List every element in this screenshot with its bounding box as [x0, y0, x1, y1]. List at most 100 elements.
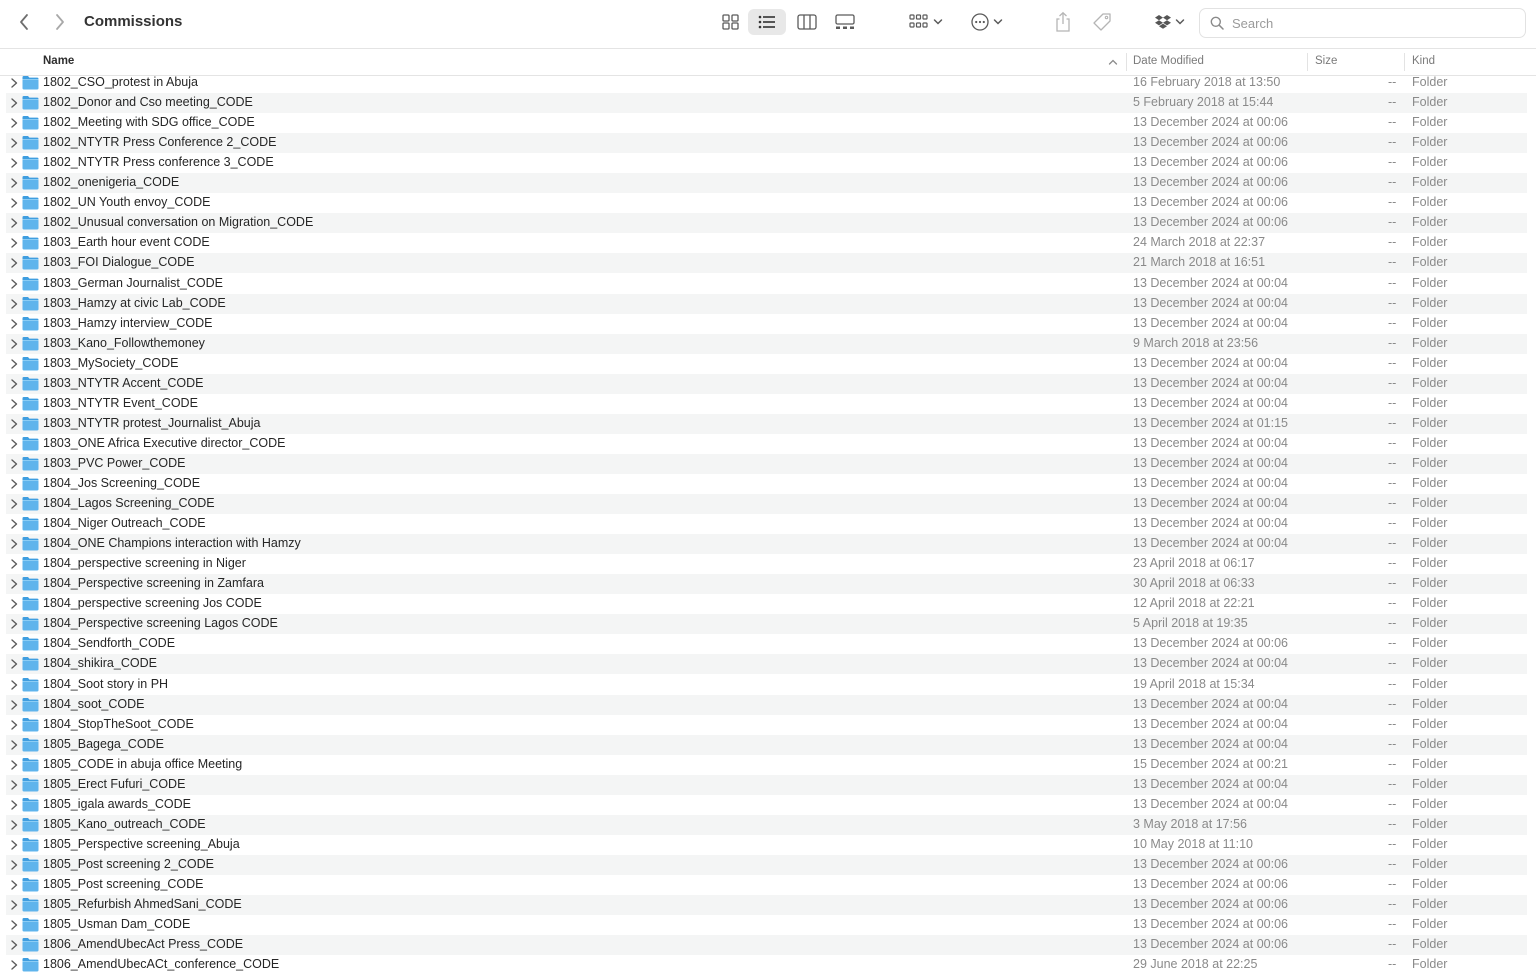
list-view-button[interactable] — [748, 9, 786, 35]
chevron-right-icon[interactable] — [9, 558, 19, 570]
chevron-right-icon[interactable] — [9, 779, 19, 791]
file-row[interactable]: 1802_NTYTR Press Conference 2_CODE 13 Dec… — [6, 133, 1527, 154]
chevron-right-icon[interactable] — [9, 799, 19, 811]
file-row[interactable]: 1803_PVC Power_CODE 13 December 2024 at 0… — [6, 453, 1527, 474]
tag-button[interactable] — [1089, 9, 1115, 35]
chevron-right-icon[interactable] — [9, 458, 19, 470]
chevron-right-icon[interactable] — [9, 879, 19, 891]
chevron-right-icon[interactable] — [9, 358, 19, 370]
file-row[interactable]: 1804_ONE Champions interaction with Hamz… — [6, 534, 1527, 555]
chevron-right-icon[interactable] — [9, 719, 19, 731]
file-row[interactable]: 1804_soot_CODE 13 December 2024 at 00:04 -… — [6, 694, 1527, 715]
chevron-right-icon[interactable] — [9, 598, 19, 610]
chevron-right-icon[interactable] — [9, 839, 19, 851]
search-field[interactable] — [1199, 8, 1526, 38]
chevron-right-icon[interactable] — [9, 578, 19, 590]
chevron-right-icon[interactable] — [9, 137, 19, 149]
chevron-right-icon[interactable] — [9, 819, 19, 831]
file-row[interactable]: 1803_Kano_Followthemoney 9 March 2018 at … — [6, 333, 1527, 354]
chevron-right-icon[interactable] — [9, 899, 19, 911]
file-row[interactable]: 1805_Usman Dam_CODE 13 December 2024 at 0… — [6, 915, 1527, 935]
chevron-right-icon[interactable] — [9, 739, 19, 751]
file-row[interactable]: 1803_NTYTR Accent_CODE 13 December 2024 a… — [6, 373, 1527, 394]
chevron-right-icon[interactable] — [9, 257, 19, 269]
file-row[interactable]: 1804_Niger Outreach_CODE 13 December 2024… — [6, 514, 1527, 534]
file-row[interactable]: 1804_StopTheSoot_CODE 13 December 2024 at… — [6, 715, 1527, 735]
chevron-right-icon[interactable] — [9, 618, 19, 630]
file-row[interactable]: 1802_Meeting with SDG office_CODE 13 Dece… — [6, 113, 1527, 133]
chevron-right-icon[interactable] — [9, 97, 19, 109]
file-row[interactable]: 1806_AmendUbecACt_conference_CODE 29 June… — [6, 955, 1527, 975]
chevron-right-icon[interactable] — [9, 77, 19, 89]
file-row[interactable]: 1805_Erect Fufuri_CODE 13 December 2024 a… — [6, 774, 1527, 795]
chevron-right-icon[interactable] — [9, 679, 19, 691]
file-row[interactable]: 1804_shikira_CODE 13 December 2024 at 00:… — [6, 654, 1527, 675]
forward-button[interactable] — [48, 10, 72, 34]
chevron-right-icon[interactable] — [9, 438, 19, 450]
file-row[interactable]: 1802_CSO_protest in Abuja 16 February 201… — [6, 73, 1527, 93]
chevron-right-icon[interactable] — [9, 518, 19, 530]
file-row[interactable]: 1805_CODE in abuja office Meeting 15 Dece… — [6, 755, 1527, 775]
file-row[interactable]: 1804_Lagos Screening_CODE 13 December 202… — [6, 494, 1527, 515]
chevron-right-icon[interactable] — [9, 318, 19, 330]
chevron-right-icon[interactable] — [9, 418, 19, 430]
chevron-right-icon[interactable] — [9, 237, 19, 249]
file-row[interactable]: 1803_MySociety_CODE 13 December 2024 at 0… — [6, 354, 1527, 374]
column-header-date[interactable]: Date Modified — [1133, 49, 1204, 75]
chevron-right-icon[interactable] — [9, 398, 19, 410]
chevron-right-icon[interactable] — [9, 378, 19, 390]
chevron-right-icon[interactable] — [9, 217, 19, 229]
column-header-name[interactable]: Name — [43, 49, 74, 75]
chevron-right-icon[interactable] — [9, 177, 19, 189]
file-row[interactable]: 1804_Perspective screening in Zamfara 30 … — [6, 574, 1527, 595]
column-header-kind[interactable]: Kind — [1412, 49, 1435, 75]
group-by-button[interactable] — [905, 9, 947, 35]
file-row[interactable]: 1805_Post screening 2_CODE 13 December 20… — [6, 854, 1527, 875]
dropbox-button[interactable] — [1150, 9, 1188, 35]
file-row[interactable]: 1806_AmendUbecAct Press_CODE 13 December … — [6, 935, 1527, 956]
chevron-right-icon[interactable] — [9, 278, 19, 290]
chevron-right-icon[interactable] — [9, 638, 19, 650]
chevron-right-icon[interactable] — [9, 658, 19, 670]
file-row[interactable]: 1803_ONE Africa Executive director_CODE 1… — [6, 434, 1527, 454]
chevron-right-icon[interactable] — [9, 157, 19, 169]
chevron-right-icon[interactable] — [9, 298, 19, 310]
file-row[interactable]: 1804_perspective screening Jos CODE 12 Ap… — [6, 594, 1527, 614]
file-row[interactable]: 1803_German Journalist_CODE 13 December 2… — [6, 274, 1527, 294]
chevron-right-icon[interactable] — [9, 859, 19, 871]
file-row[interactable]: 1805_Post screening_CODE 13 December 2024… — [6, 875, 1527, 895]
back-button[interactable] — [12, 10, 36, 34]
file-row[interactable]: 1805_Bagega_CODE 13 December 2024 at 00:0… — [6, 734, 1527, 755]
file-row[interactable]: 1805_igala awards_CODE 13 December 2024 a… — [6, 795, 1527, 815]
file-row[interactable]: 1805_Refurbish AhmedSani_CODE 13 December… — [6, 895, 1527, 916]
file-row[interactable]: 1803_Hamzy interview_CODE 13 December 202… — [6, 314, 1527, 334]
file-row[interactable]: 1804_Perspective screening Lagos CODE 5 A… — [6, 614, 1527, 635]
file-row[interactable]: 1802_UN Youth envoy_CODE 13 December 2024… — [6, 193, 1527, 213]
chevron-right-icon[interactable] — [9, 939, 19, 951]
file-row[interactable]: 1803_NTYTR Event_CODE 13 December 2024 at… — [6, 394, 1527, 414]
column-divider[interactable] — [1404, 53, 1405, 71]
action-button[interactable] — [966, 9, 1006, 35]
share-button[interactable] — [1050, 9, 1076, 35]
file-row[interactable]: 1802_Donor and Cso meeting_CODE 5 Februar… — [6, 93, 1527, 114]
chevron-right-icon[interactable] — [9, 197, 19, 209]
file-row[interactable]: 1804_Jos Screening_CODE 13 December 2024 … — [6, 474, 1527, 494]
gallery-view-button[interactable] — [829, 9, 861, 35]
column-header-size[interactable]: Size — [1315, 49, 1337, 75]
chevron-right-icon[interactable] — [9, 478, 19, 490]
column-view-button[interactable] — [791, 9, 823, 35]
chevron-right-icon[interactable] — [9, 699, 19, 711]
chevron-right-icon[interactable] — [9, 338, 19, 350]
chevron-right-icon[interactable] — [9, 117, 19, 129]
chevron-right-icon[interactable] — [9, 759, 19, 771]
chevron-right-icon[interactable] — [9, 498, 19, 510]
file-row[interactable]: 1802_onenigeria_CODE 13 December 2024 at … — [6, 173, 1527, 194]
file-row[interactable]: 1803_Earth hour event CODE 24 March 2018 … — [6, 233, 1527, 253]
file-row[interactable]: 1802_NTYTR Press conference 3_CODE 13 Dec… — [6, 153, 1527, 173]
chevron-right-icon[interactable] — [9, 538, 19, 550]
file-row[interactable]: 1802_Unusual conversation on Migration_C… — [6, 213, 1527, 234]
search-input[interactable] — [1230, 14, 1514, 32]
chevron-right-icon[interactable] — [9, 959, 19, 971]
file-row[interactable]: 1803_NTYTR protest_Journalist_Abuja 13 De… — [6, 413, 1527, 434]
chevron-right-icon[interactable] — [9, 919, 19, 931]
